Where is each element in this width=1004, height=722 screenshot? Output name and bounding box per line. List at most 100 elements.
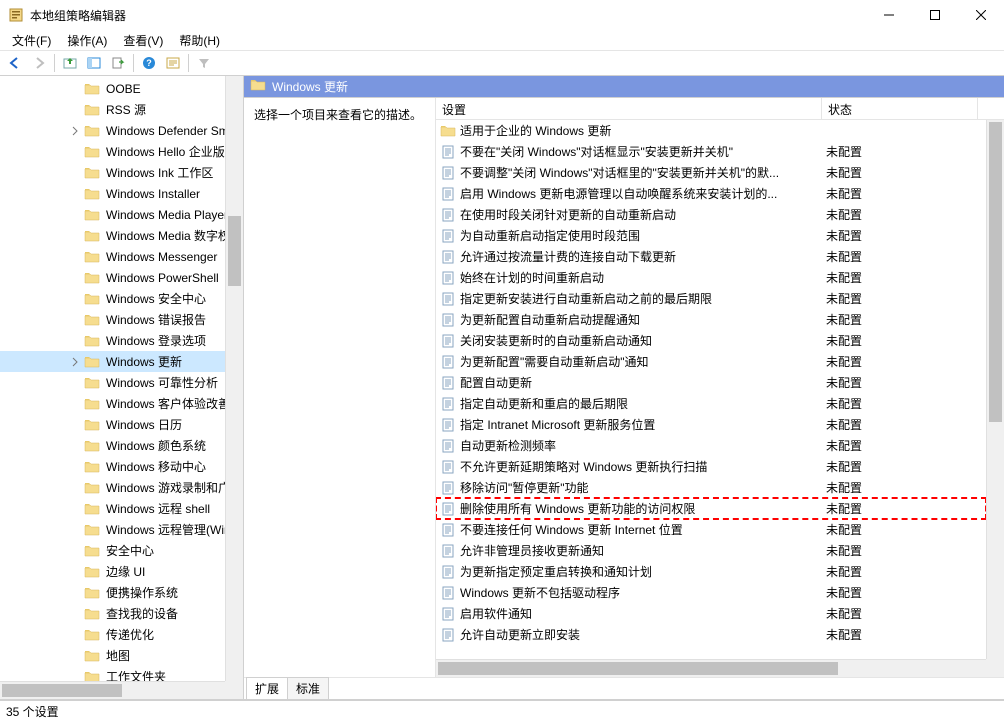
list-row[interactable]: 指定 Intranet Microsoft 更新服务位置未配置	[436, 414, 986, 435]
expander-icon[interactable]	[68, 523, 82, 537]
list-row[interactable]: 自动更新检测频率未配置	[436, 435, 986, 456]
tree-item[interactable]: Windows Messenger	[0, 246, 225, 267]
list-row[interactable]: 为更新配置"需要自动重新启动"通知未配置	[436, 351, 986, 372]
tree-item[interactable]: RSS 源	[0, 99, 225, 120]
expander-icon[interactable]	[68, 481, 82, 495]
tree-item[interactable]: 传递优化	[0, 624, 225, 645]
tree-item[interactable]: Windows 远程管理(WinRM)	[0, 519, 225, 540]
menu-action[interactable]: 操作(A)	[61, 30, 113, 51]
expander-icon[interactable]	[68, 628, 82, 642]
list-row[interactable]: 不要连接任何 Windows 更新 Internet 位置未配置	[436, 519, 986, 540]
tab-extended[interactable]: 扩展	[246, 677, 288, 699]
tree-horizontal-scrollbar[interactable]	[0, 681, 225, 699]
expander-icon[interactable]	[68, 502, 82, 516]
tree-item[interactable]: 安全中心	[0, 540, 225, 561]
tree-item[interactable]: 查找我的设备	[0, 603, 225, 624]
tree-item[interactable]: Windows 安全中心	[0, 288, 225, 309]
column-state[interactable]: 状态	[822, 98, 978, 119]
expander-icon[interactable]	[68, 670, 82, 682]
list-row[interactable]: 允许非管理员接收更新通知未配置	[436, 540, 986, 561]
tab-standard[interactable]: 标准	[287, 677, 329, 699]
list-row[interactable]: 允许自动更新立即安装未配置	[436, 624, 986, 645]
up-button[interactable]	[59, 52, 81, 74]
tree-item[interactable]: Windows 更新	[0, 351, 225, 372]
back-button[interactable]	[4, 52, 26, 74]
tree-item[interactable]: Windows 登录选项	[0, 330, 225, 351]
tree-item[interactable]: Windows PowerShell	[0, 267, 225, 288]
menu-help[interactable]: 帮助(H)	[173, 30, 226, 51]
list-row[interactable]: 配置自动更新未配置	[436, 372, 986, 393]
tree-item[interactable]: 工作文件夹	[0, 666, 225, 681]
expander-icon[interactable]	[68, 418, 82, 432]
list-row[interactable]: 不要调整"关闭 Windows"对话框里的"安装更新并关机"的默...未配置	[436, 162, 986, 183]
forward-button[interactable]	[28, 52, 50, 74]
tree-item[interactable]: Windows 颜色系统	[0, 435, 225, 456]
tree-item[interactable]: Windows 移动中心	[0, 456, 225, 477]
tree-item[interactable]: Windows Defender SmartScreen	[0, 120, 225, 141]
expander-icon[interactable]	[68, 334, 82, 348]
list-row[interactable]: 删除使用所有 Windows 更新功能的访问权限未配置	[436, 498, 986, 519]
scrollbar-thumb[interactable]	[2, 684, 122, 697]
list-row[interactable]: Windows 更新不包括驱动程序未配置	[436, 582, 986, 603]
tree-item[interactable]: Windows 日历	[0, 414, 225, 435]
tree-item[interactable]: Windows Hello 企业版	[0, 141, 225, 162]
expander-icon[interactable]	[68, 187, 82, 201]
list-row[interactable]: 不要在"关闭 Windows"对话框显示"安装更新并关机"未配置	[436, 141, 986, 162]
expander-icon[interactable]	[68, 271, 82, 285]
list-row[interactable]: 为自动重新启动指定使用时段范围未配置	[436, 225, 986, 246]
tree-item[interactable]: Windows 错误报告	[0, 309, 225, 330]
expander-icon[interactable]	[68, 649, 82, 663]
list-row[interactable]: 为更新配置自动重新启动提醒通知未配置	[436, 309, 986, 330]
maximize-button[interactable]	[912, 0, 958, 30]
tree-item[interactable]: Windows 游戏录制和广	[0, 477, 225, 498]
close-button[interactable]	[958, 0, 1004, 30]
expander-icon[interactable]	[68, 250, 82, 264]
tree-item[interactable]: Windows 客户体验改善	[0, 393, 225, 414]
tree-scroll[interactable]: OOBERSS 源Windows Defender SmartScreenWin…	[0, 76, 225, 681]
list-vertical-scrollbar[interactable]	[986, 120, 1004, 659]
expander-icon[interactable]	[68, 82, 82, 96]
expander-icon[interactable]	[68, 439, 82, 453]
tree-item[interactable]: Windows Installer	[0, 183, 225, 204]
expander-icon[interactable]	[68, 376, 82, 390]
menu-view[interactable]: 查看(V)	[117, 30, 169, 51]
expander-icon[interactable]	[68, 586, 82, 600]
tree-item[interactable]: Windows 可靠性分析	[0, 372, 225, 393]
expander-icon[interactable]	[68, 103, 82, 117]
export-button[interactable]	[107, 52, 129, 74]
expander-icon[interactable]	[68, 145, 82, 159]
menu-file[interactable]: 文件(F)	[6, 30, 57, 51]
tree-item[interactable]: OOBE	[0, 78, 225, 99]
list-row-folder[interactable]: 适用于企业的 Windows 更新	[436, 120, 986, 141]
tree-item[interactable]: Windows Media Player	[0, 204, 225, 225]
list-row[interactable]: 在使用时段关闭针对更新的自动重新启动未配置	[436, 204, 986, 225]
minimize-button[interactable]	[866, 0, 912, 30]
tree-item[interactable]: Windows Ink 工作区	[0, 162, 225, 183]
filter-button[interactable]	[193, 52, 215, 74]
tree-item[interactable]: 边缘 UI	[0, 561, 225, 582]
expander-icon[interactable]	[68, 292, 82, 306]
expander-icon[interactable]	[68, 565, 82, 579]
tree-item[interactable]: Windows Media 数字权	[0, 225, 225, 246]
list-row[interactable]: 启用软件通知未配置	[436, 603, 986, 624]
properties-button[interactable]	[162, 52, 184, 74]
expander-icon[interactable]	[68, 397, 82, 411]
tree-item[interactable]: Windows 远程 shell	[0, 498, 225, 519]
expander-icon[interactable]	[68, 460, 82, 474]
expander-icon[interactable]	[68, 124, 82, 138]
list-row[interactable]: 启用 Windows 更新电源管理以自动唤醒系统来安装计划的...未配置	[436, 183, 986, 204]
list-row[interactable]: 允许通过按流量计费的连接自动下载更新未配置	[436, 246, 986, 267]
expander-icon[interactable]	[68, 544, 82, 558]
scrollbar-thumb[interactable]	[228, 216, 241, 286]
show-hide-tree-button[interactable]	[83, 52, 105, 74]
tree-vertical-scrollbar[interactable]	[225, 76, 243, 681]
list-row[interactable]: 不允许更新延期策略对 Windows 更新执行扫描未配置	[436, 456, 986, 477]
expander-icon[interactable]	[68, 208, 82, 222]
column-setting[interactable]: 设置	[436, 98, 822, 119]
expander-icon[interactable]	[68, 607, 82, 621]
expander-icon[interactable]	[68, 229, 82, 243]
scrollbar-thumb[interactable]	[989, 122, 1002, 422]
list-row[interactable]: 关闭安装更新时的自动重新启动通知未配置	[436, 330, 986, 351]
list-row[interactable]: 为更新指定预定重启转换和通知计划未配置	[436, 561, 986, 582]
scrollbar-thumb[interactable]	[438, 662, 838, 675]
